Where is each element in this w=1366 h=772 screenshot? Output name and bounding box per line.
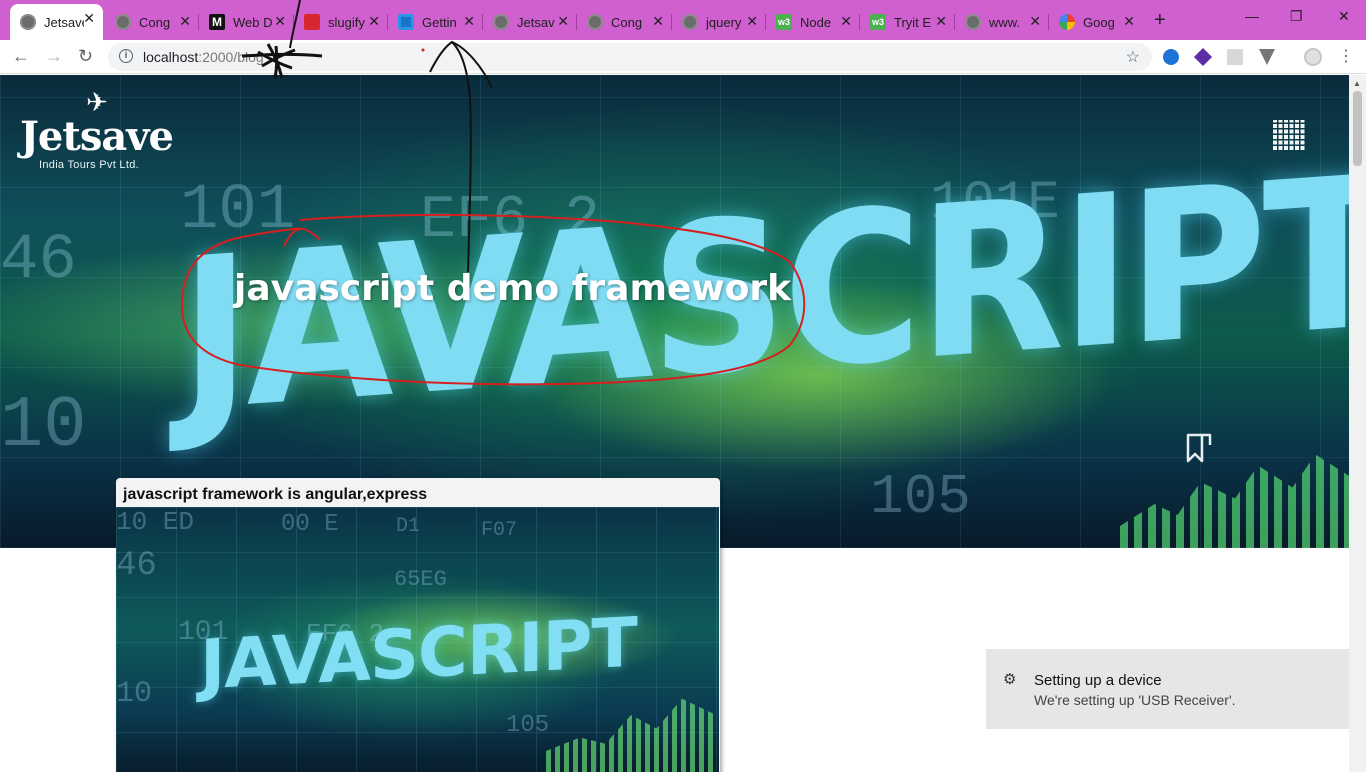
tab-title: Node bbox=[800, 14, 832, 30]
medium-icon: M bbox=[209, 14, 225, 30]
tab-title: slugify bbox=[328, 14, 365, 30]
tab-jetsav[interactable]: Jetsav ✕ bbox=[483, 7, 577, 37]
blog-card[interactable]: javascript framework is angular,express … bbox=[116, 478, 720, 772]
globe-icon bbox=[965, 14, 981, 30]
vpn-extension-icon[interactable] bbox=[1259, 49, 1275, 65]
tab-title: Goog bbox=[1083, 14, 1115, 30]
google-icon bbox=[1059, 14, 1075, 30]
globe-icon bbox=[587, 14, 603, 30]
globe-icon bbox=[493, 14, 509, 30]
close-tab-icon[interactable]: ✕ bbox=[840, 13, 852, 30]
card-hex-text: 10 ED bbox=[116, 507, 195, 537]
extension-icon[interactable] bbox=[1227, 49, 1243, 65]
scrollbar-thumb[interactable] bbox=[1353, 91, 1362, 166]
globe-icon bbox=[682, 14, 698, 30]
tab-strip: Jetsave ✕ Cong ✕ M Web D ✕ slugify ✕ Get… bbox=[0, 0, 1366, 40]
grid-menu-icon[interactable] bbox=[1273, 120, 1305, 150]
url-text[interactable]: localhost:2000/blog bbox=[143, 49, 264, 65]
notification-title: Setting up a device bbox=[1034, 672, 1162, 689]
notification-message: We're setting up 'USB Receiver'. bbox=[1034, 692, 1236, 708]
vertical-scrollbar[interactable]: ▲ bbox=[1349, 75, 1366, 772]
tab-title: jquery bbox=[706, 14, 742, 30]
device-setup-notification[interactable]: ⚙ Setting up a device We're setting up '… bbox=[986, 649, 1349, 729]
tab-node[interactable]: w3 Node ✕ bbox=[766, 7, 860, 37]
bookmark-icon[interactable] bbox=[1186, 433, 1212, 463]
tab-cong-2[interactable]: Cong ✕ bbox=[577, 7, 672, 37]
bookmark-star-icon[interactable]: ☆ bbox=[1126, 47, 1140, 67]
page-viewport: 46 101 EF6 2 101E 10 105 JAVASCRIPT ✈ Je… bbox=[0, 75, 1349, 772]
tab-title: www. bbox=[989, 14, 1021, 30]
tab-tryit[interactable]: w3 Tryit E ✕ bbox=[860, 7, 955, 37]
close-window-button[interactable]: ✕ bbox=[1338, 8, 1350, 25]
tab-title: Web D bbox=[233, 14, 273, 30]
card-hex-text: 00 E bbox=[281, 511, 339, 538]
card-image[interactable]: 10 ED 00 E D1 F07 46 101 EF6 2 65EG 105 … bbox=[116, 507, 719, 772]
card-hex-text: 10 bbox=[116, 677, 153, 711]
tab-getting[interactable]: Gettin ✕ bbox=[388, 7, 483, 37]
tab-title: Cong bbox=[611, 14, 643, 30]
forward-button[interactable]: → bbox=[45, 46, 63, 67]
tab-title: Cong bbox=[139, 14, 171, 30]
npm-icon bbox=[304, 14, 320, 30]
tab-web-dev[interactable]: M Web D ✕ bbox=[199, 7, 294, 37]
hero-hex-text: 10 bbox=[0, 385, 87, 467]
close-tab-icon[interactable]: ✕ bbox=[1123, 13, 1135, 30]
close-tab-icon[interactable]: ✕ bbox=[274, 13, 286, 30]
card-hex-text: F07 bbox=[481, 519, 518, 542]
close-tab-icon[interactable]: ✕ bbox=[463, 13, 475, 30]
close-tab-icon[interactable]: ✕ bbox=[83, 10, 95, 27]
close-tab-icon[interactable]: ✕ bbox=[1029, 13, 1041, 30]
tab-jetsave[interactable]: Jetsave ✕ bbox=[10, 4, 103, 40]
maximize-button[interactable]: ❐ bbox=[1290, 8, 1303, 25]
close-tab-icon[interactable]: ✕ bbox=[179, 13, 191, 30]
tab-slugify[interactable]: slugify ✕ bbox=[294, 7, 388, 37]
new-tab-button[interactable]: + bbox=[1154, 9, 1166, 32]
tab-jquery[interactable]: jquery ✕ bbox=[672, 7, 766, 37]
card-hex-text: 105 bbox=[506, 712, 550, 739]
logo-subtitle: India Tours Pvt Ltd. bbox=[39, 159, 139, 171]
globe-icon bbox=[20, 14, 36, 30]
card-title[interactable]: javascript framework is angular,express bbox=[123, 486, 427, 504]
card-hex-text: 65EG bbox=[394, 567, 447, 592]
tab-title: Gettin bbox=[422, 14, 457, 30]
card-hex-text: 46 bbox=[116, 547, 157, 585]
address-bar[interactable]: i localhost:2000/blog ☆ bbox=[108, 43, 1152, 71]
extension-icon[interactable] bbox=[1163, 49, 1179, 65]
tab-google[interactable]: Goog ✕ bbox=[1049, 7, 1143, 37]
site-info-icon[interactable]: i bbox=[119, 49, 133, 63]
tab-title: Jetsav bbox=[517, 14, 555, 30]
extension-icon[interactable] bbox=[1193, 47, 1213, 67]
close-tab-icon[interactable]: ✕ bbox=[746, 13, 758, 30]
back-button[interactable]: ← bbox=[12, 46, 30, 67]
hero-title: javascript demo framework bbox=[234, 268, 792, 309]
w3schools-icon: w3 bbox=[870, 14, 886, 30]
tab-title: Jetsave bbox=[44, 14, 84, 30]
close-tab-icon[interactable]: ✕ bbox=[935, 13, 947, 30]
profile-avatar-icon[interactable] bbox=[1304, 48, 1322, 66]
scroll-up-arrow-icon[interactable]: ▲ bbox=[1353, 79, 1361, 88]
browser-toolbar: ← → ↻ i localhost:2000/blog ☆ ⋮ bbox=[0, 40, 1366, 74]
reload-button[interactable]: ↻ bbox=[78, 46, 93, 67]
browser-menu-icon[interactable]: ⋮ bbox=[1338, 46, 1354, 66]
hero-hex-text: 105 bbox=[870, 465, 971, 529]
close-tab-icon[interactable]: ✕ bbox=[368, 13, 380, 30]
card-hex-text: D1 bbox=[396, 515, 421, 538]
w3schools-icon: w3 bbox=[776, 14, 792, 30]
browser-window: Jetsave ✕ Cong ✕ M Web D ✕ slugify ✕ Get… bbox=[0, 0, 1366, 772]
blue-square-icon bbox=[398, 14, 414, 30]
tab-title: Tryit E bbox=[894, 14, 932, 30]
hero-hex-text: 46 bbox=[0, 225, 77, 297]
close-tab-icon[interactable]: ✕ bbox=[652, 13, 664, 30]
tab-cong[interactable]: Cong ✕ bbox=[105, 7, 199, 37]
gear-icon: ⚙ bbox=[1003, 671, 1017, 688]
tab-www[interactable]: www. ✕ bbox=[955, 7, 1049, 37]
close-tab-icon[interactable]: ✕ bbox=[557, 13, 569, 30]
minimize-button[interactable]: — bbox=[1245, 8, 1259, 24]
globe-icon bbox=[115, 14, 131, 30]
logo-name: Jetsave bbox=[20, 113, 174, 160]
